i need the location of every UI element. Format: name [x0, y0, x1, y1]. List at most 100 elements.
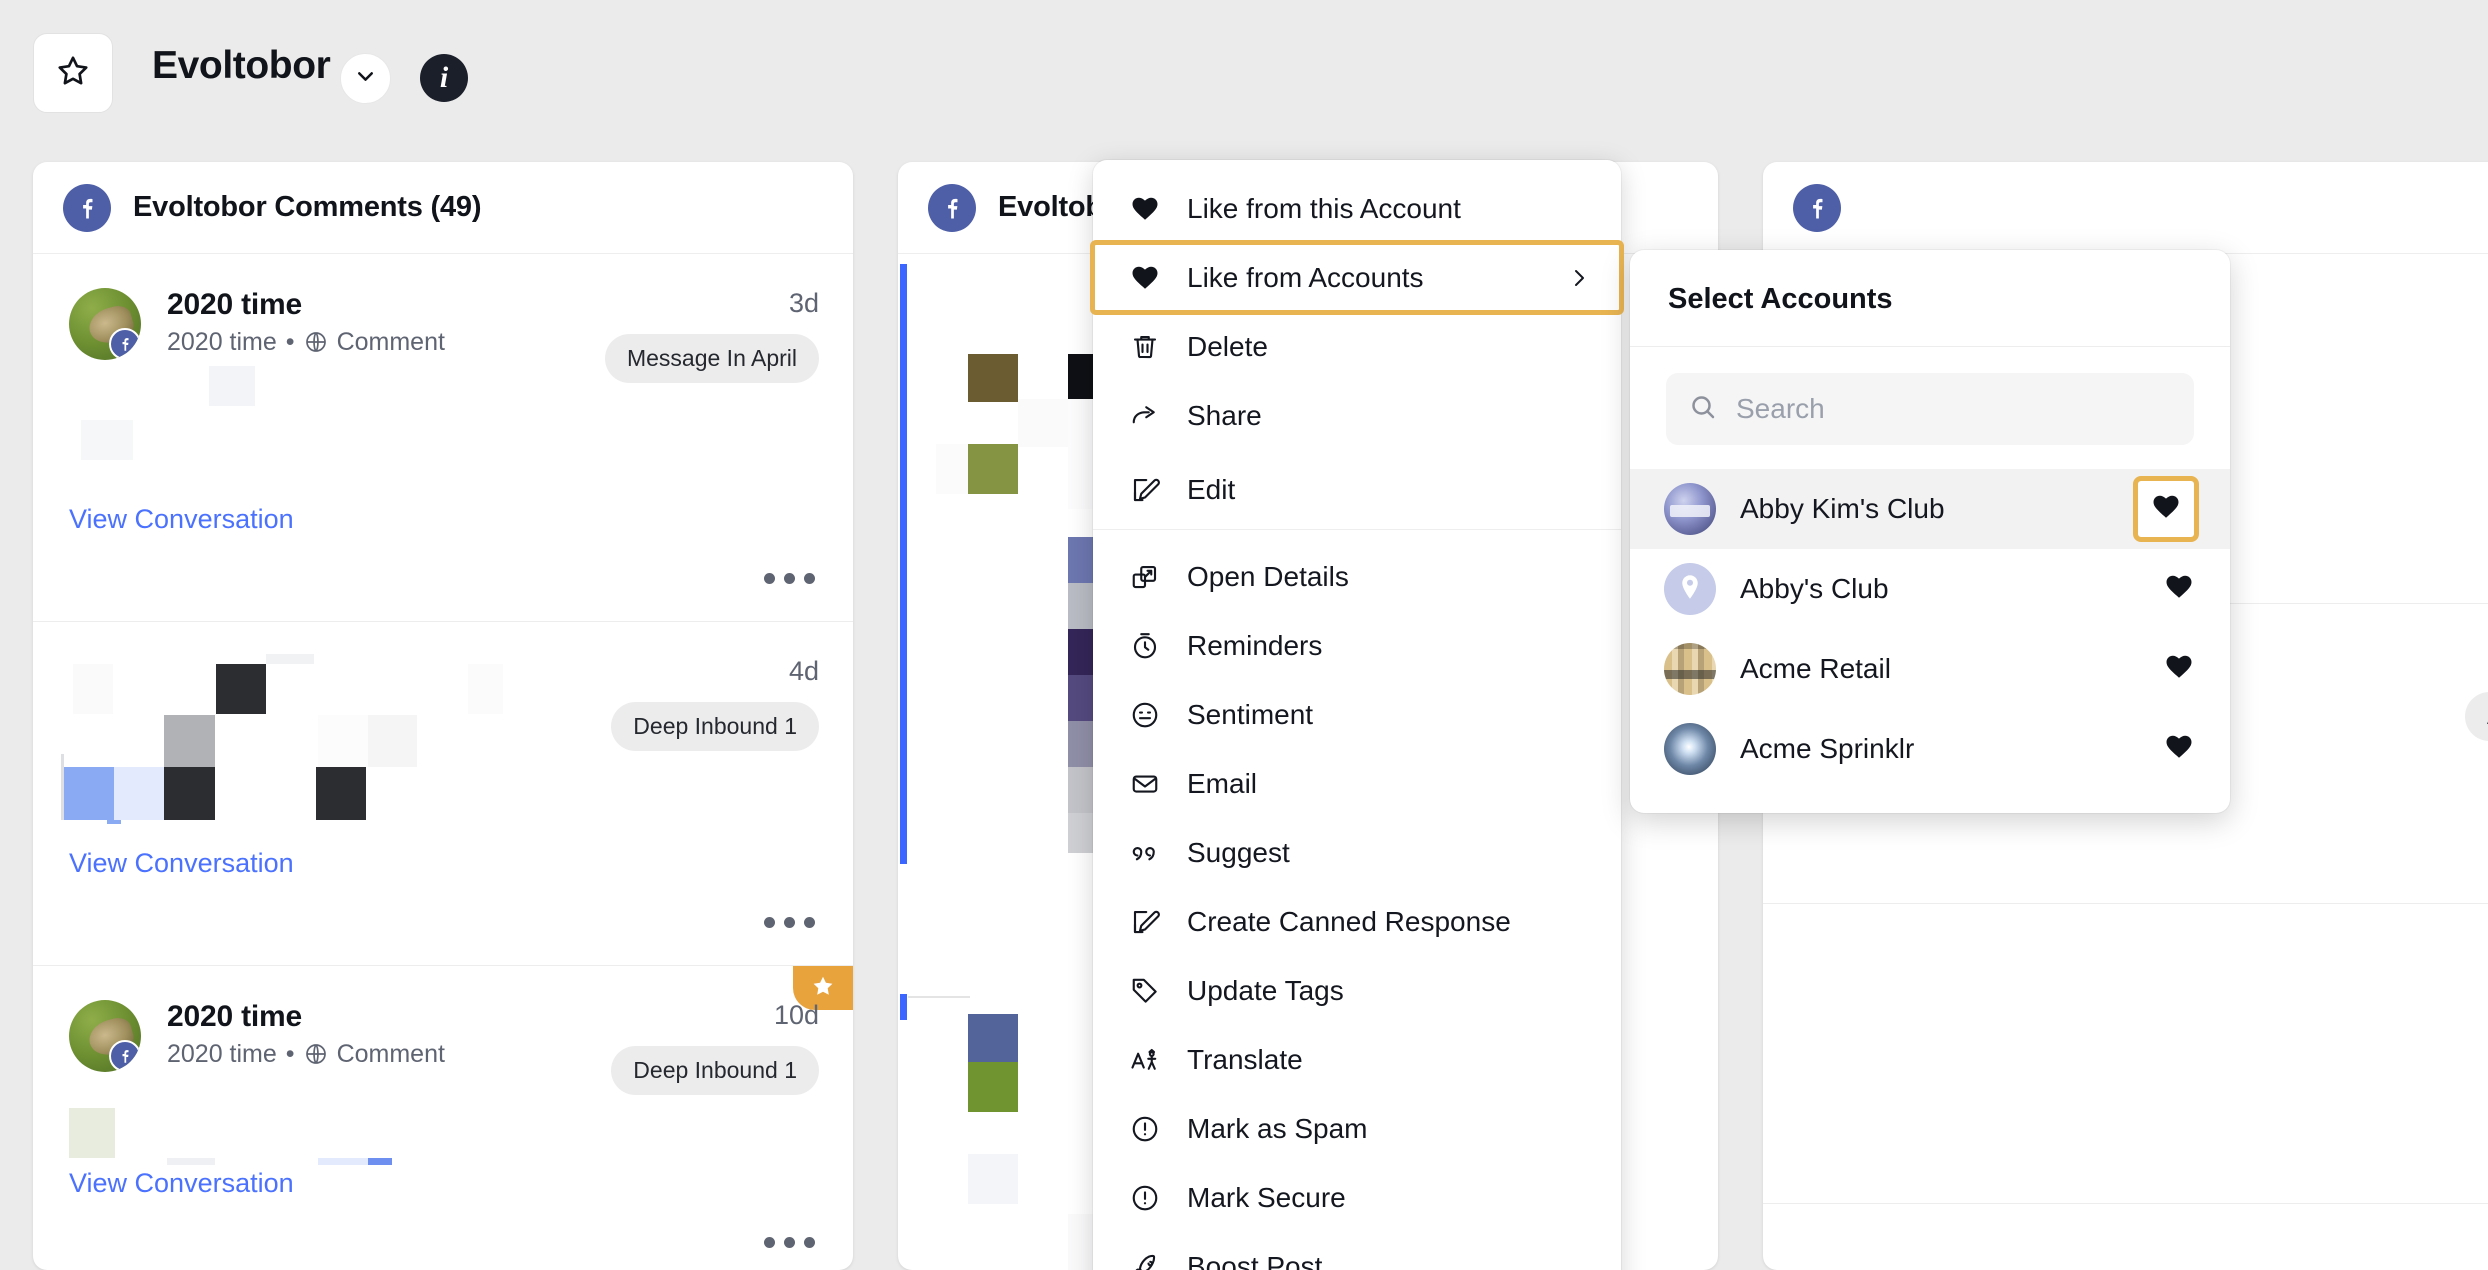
like-heart-button[interactable]: [2164, 652, 2194, 687]
chevron-right-icon: [1567, 266, 1591, 290]
clock-icon: [1125, 631, 1165, 661]
separator-dot: •: [285, 1039, 295, 1068]
menu-item-label: Email: [1187, 767, 1258, 799]
envelope-icon: [1125, 769, 1165, 799]
alert-circle-icon: [1125, 1114, 1165, 1144]
more-horizontal-icon[interactable]: [764, 1236, 815, 1248]
open-details-icon: [1125, 562, 1165, 592]
heart-filled-icon: [1125, 263, 1165, 293]
column-one-header: Evoltobor Comments (49): [33, 162, 853, 254]
status-badge: April: [2464, 692, 2488, 741]
redacted-content: [33, 1090, 853, 1165]
account-search-box[interactable]: [1666, 373, 2194, 445]
menu-item-email[interactable]: Email: [1093, 749, 1621, 818]
heart-filled-icon: [2164, 572, 2194, 607]
more-horizontal-icon[interactable]: [764, 916, 815, 928]
column-two-title: Evoltob: [998, 191, 1103, 223]
avatar: [69, 288, 141, 360]
menu-item-label: Edit: [1187, 473, 1236, 505]
share-arrow-icon: [1125, 401, 1165, 431]
globe-icon: [304, 330, 328, 354]
account-row-acme-sprinklr[interactable]: Acme Sprinklr: [1630, 709, 2230, 789]
star-filled-icon: [811, 974, 835, 1003]
facebook-icon: [109, 1040, 141, 1072]
like-heart-button[interactable]: [2164, 572, 2194, 607]
list-item[interactable]: 4d Deep Inbound 1 View Conversation: [33, 622, 853, 966]
menu-item-delete[interactable]: Delete: [1093, 312, 1621, 381]
account-row-abbys-club[interactable]: Abby's Club: [1630, 549, 2230, 629]
table-row[interactable]: 2d: [1763, 904, 2488, 1204]
star-outline-icon: [55, 53, 91, 94]
menu-item-label: Mark as Spam: [1187, 1112, 1368, 1144]
menu-item-open-details[interactable]: Open Details: [1093, 542, 1621, 611]
menu-item-translate[interactable]: Translate: [1093, 1025, 1621, 1094]
menu-item-suggest[interactable]: Suggest: [1093, 818, 1621, 887]
rocket-icon: [1125, 1252, 1165, 1270]
avatar: [1664, 643, 1716, 695]
avatar: [69, 1000, 141, 1072]
menu-item-label: Share: [1187, 399, 1262, 431]
trash-icon: [1125, 332, 1165, 362]
menu-item-like-from-this-account[interactable]: Like from this Account: [1093, 174, 1621, 243]
avatar: [1664, 563, 1716, 615]
view-conversation-link[interactable]: View Conversation: [33, 504, 330, 535]
facebook-icon: [63, 183, 111, 232]
list-item[interactable]: 2020 time 2020 time • Comment 10d Deep I…: [33, 966, 853, 1270]
view-conversation-link[interactable]: View Conversation: [33, 1168, 330, 1199]
menu-item-share[interactable]: Share: [1093, 381, 1621, 450]
redacted-content: [33, 366, 853, 498]
menu-item-create-canned-response[interactable]: Create Canned Response: [1093, 887, 1621, 956]
favorite-button[interactable]: [33, 33, 113, 113]
account-name: Abby's Club: [1740, 573, 1889, 604]
menu-item-label: Like from this Account: [1187, 192, 1461, 224]
view-conversation-link[interactable]: View Conversation: [33, 848, 330, 879]
menu-item-mark-secure[interactable]: Mark Secure: [1093, 1163, 1621, 1232]
menu-item-label: Create Canned Response: [1187, 905, 1511, 937]
menu-item-boost-post[interactable]: Boost Post: [1093, 1232, 1621, 1270]
separator-dot: •: [285, 327, 295, 356]
menu-item-label: Suggest: [1187, 836, 1290, 868]
translate-icon: [1125, 1045, 1165, 1075]
status-badge: Message In April: [604, 334, 819, 383]
account-name: Acme Retail: [1740, 653, 1891, 684]
menu-item-label: Delete: [1187, 330, 1268, 362]
alert-circle-icon: [1125, 1183, 1165, 1213]
menu-item-update-tags[interactable]: Update Tags: [1093, 956, 1621, 1025]
info-icon[interactable]: i: [420, 54, 468, 102]
author-handle: 2020 time: [167, 1039, 277, 1068]
account-row-acme-retail[interactable]: Acme Retail: [1630, 629, 2230, 709]
menu-item-mark-as-spam[interactable]: Mark as Spam: [1093, 1094, 1621, 1163]
message-type: Comment: [336, 327, 445, 356]
author-handle: 2020 time: [167, 327, 277, 356]
column-one: Evoltobor Comments (49) 2020 time 2020 t…: [33, 162, 853, 1270]
unread-indicator-bar: [900, 994, 907, 1020]
heart-filled-icon: [2164, 652, 2194, 687]
avatar: [1664, 723, 1716, 775]
account-row-abby-kims-club[interactable]: Abby Kim's Club: [1630, 469, 2230, 549]
menu-item-like-from-accounts[interactable]: Like from Accounts: [1090, 240, 1624, 315]
heart-filled-icon: [2164, 732, 2194, 767]
menu-item-sentiment[interactable]: Sentiment: [1093, 680, 1621, 749]
status-badge: Deep Inbound 1: [611, 1046, 819, 1095]
select-accounts-panel: Select Accounts Abby Kim's Club: [1630, 250, 2230, 813]
info-glyph: i: [439, 61, 449, 94]
redacted-content: [33, 622, 853, 842]
header-dropdown-button[interactable]: [340, 53, 391, 104]
menu-item-reminders[interactable]: Reminders: [1093, 611, 1621, 680]
heart-filled-icon: [1125, 194, 1165, 224]
more-horizontal-icon[interactable]: [764, 572, 815, 584]
search-input[interactable]: [1736, 393, 2172, 425]
timestamp: 3d: [788, 288, 819, 318]
select-accounts-title: Select Accounts: [1630, 250, 2230, 347]
edit-pencil-icon: [1125, 475, 1165, 505]
menu-item-label: Sentiment: [1187, 698, 1314, 730]
menu-item-edit[interactable]: Edit: [1093, 450, 1621, 530]
like-heart-button[interactable]: [2133, 476, 2199, 542]
column-three-header: [1763, 162, 2488, 254]
facebook-icon: [1793, 183, 1841, 232]
globe-icon: [304, 1042, 328, 1066]
facebook-icon: [109, 328, 141, 360]
like-heart-button[interactable]: [2164, 732, 2194, 767]
smiley-icon: [1125, 700, 1165, 730]
list-item[interactable]: 2020 time 2020 time • Comment 3d Message…: [33, 254, 853, 622]
